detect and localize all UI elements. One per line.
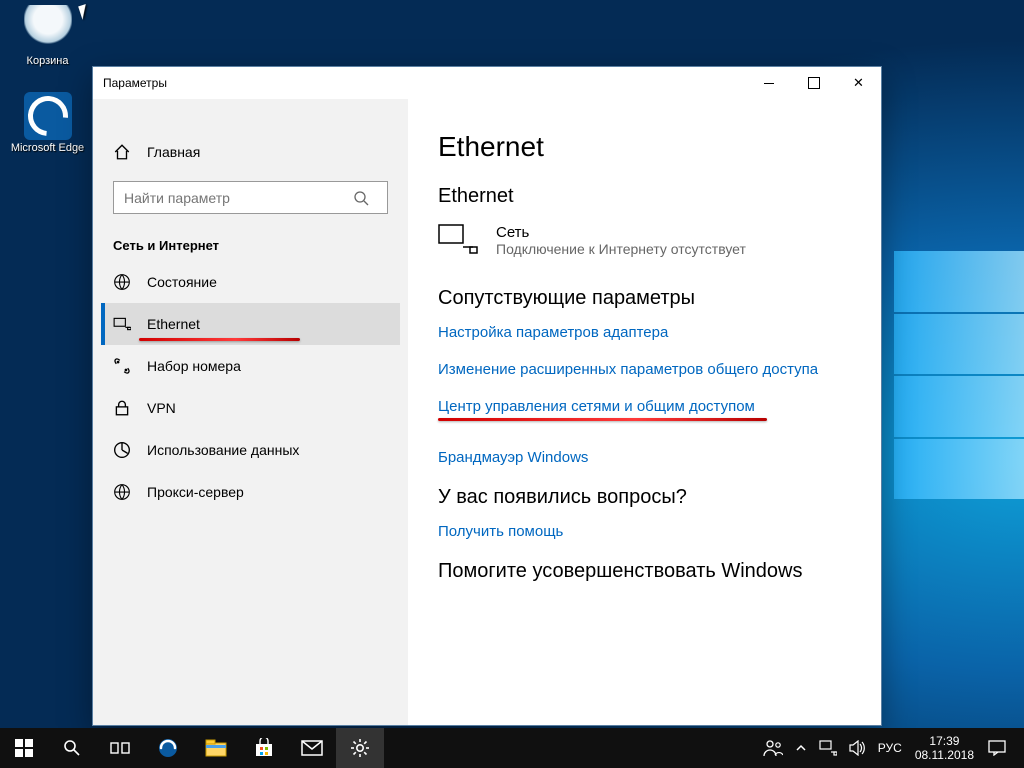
- network-icon: [438, 224, 478, 256]
- sidebar-item-vpn[interactable]: VPN: [101, 387, 400, 429]
- tray-network-icon[interactable]: [813, 728, 843, 768]
- status-icon: [113, 273, 131, 291]
- page-title: Ethernet: [438, 131, 851, 163]
- settings-content: Ethernet Ethernet Сеть Подключение к Инт…: [408, 99, 881, 725]
- tray-clock[interactable]: 17:39 08.11.2018: [907, 728, 982, 768]
- network-name: Сеть: [496, 224, 746, 241]
- data-usage-icon: [113, 441, 131, 459]
- vpn-icon: [113, 399, 131, 417]
- link-get-help[interactable]: Получить помощь: [438, 523, 851, 540]
- link-windows-firewall[interactable]: Брандмауэр Windows: [438, 449, 851, 466]
- sidebar-section-label: Сеть и Интернет: [101, 232, 400, 261]
- show-desktop-button[interactable]: [1012, 728, 1024, 768]
- desktop-icon-label: Microsoft Edge: [10, 142, 85, 154]
- taskbar-store[interactable]: [240, 728, 288, 768]
- sidebar-item-label: Использование данных: [147, 442, 299, 458]
- window-controls: [746, 67, 881, 99]
- ethernet-icon: [113, 315, 131, 333]
- sidebar-item-label: Ethernet: [147, 316, 200, 332]
- taskbar-right: РУС 17:39 08.11.2018: [757, 728, 1024, 768]
- taskbar-edge[interactable]: [144, 728, 192, 768]
- network-row[interactable]: Сеть Подключение к Интернету отсутствует: [438, 224, 851, 257]
- taskbar-left: [0, 728, 384, 768]
- taskbar-settings[interactable]: [336, 728, 384, 768]
- search-icon: [353, 190, 387, 206]
- home-icon: [113, 143, 131, 161]
- taskbar: РУС 17:39 08.11.2018: [0, 728, 1024, 768]
- start-button[interactable]: [0, 728, 48, 768]
- link-network-sharing-center[interactable]: Центр управления сетями и общим доступом: [438, 398, 755, 415]
- settings-sidebar: Главная Сеть и Интернет Состояние Et: [93, 99, 408, 725]
- desktop-icon-recycle-bin[interactable]: Корзина: [10, 5, 85, 67]
- windows-logo-stripes: [894, 250, 1024, 500]
- link-adapter-settings[interactable]: Настройка параметров адаптера: [438, 324, 851, 341]
- sidebar-item-proxy[interactable]: Прокси-сервер: [101, 471, 400, 513]
- sidebar-item-dialup[interactable]: Набор номера: [101, 345, 400, 387]
- related-params-title: Сопутствующие параметры: [438, 287, 851, 310]
- taskbar-file-explorer[interactable]: [192, 728, 240, 768]
- task-view-button[interactable]: [96, 728, 144, 768]
- window-title: Параметры: [103, 76, 167, 90]
- window-titlebar[interactable]: Параметры: [93, 67, 881, 99]
- sidebar-item-ethernet[interactable]: Ethernet: [101, 303, 400, 345]
- minimize-button[interactable]: [746, 67, 791, 99]
- settings-window: Параметры Главная Сеть и Интернет: [92, 66, 882, 726]
- tray-people[interactable]: [757, 728, 789, 768]
- questions-title: У вас появились вопросы?: [438, 486, 851, 509]
- search-input[interactable]: [114, 184, 353, 212]
- tray-lang[interactable]: РУС: [873, 728, 907, 768]
- network-status: Подключение к Интернету отсутствует: [496, 241, 746, 257]
- desktop-icon-label: Корзина: [10, 55, 85, 67]
- sidebar-item-label: VPN: [147, 400, 176, 416]
- subsection-title: Ethernet: [438, 185, 851, 208]
- sidebar-item-label: Набор номера: [147, 358, 241, 374]
- sidebar-item-status[interactable]: Состояние: [101, 261, 400, 303]
- close-button[interactable]: [836, 67, 881, 99]
- sidebar-item-label: Состояние: [147, 274, 217, 290]
- desktop-icon-edge[interactable]: Microsoft Edge: [10, 92, 85, 154]
- tray-volume-icon[interactable]: [843, 728, 873, 768]
- sidebar-item-data-usage[interactable]: Использование данных: [101, 429, 400, 471]
- maximize-button[interactable]: [791, 67, 836, 99]
- tray-date: 08.11.2018: [915, 748, 974, 762]
- tray-time: 17:39: [929, 734, 959, 748]
- proxy-icon: [113, 483, 131, 501]
- sidebar-home-label: Главная: [147, 144, 200, 160]
- sidebar-home[interactable]: Главная: [101, 131, 400, 173]
- sidebar-item-label: Прокси-сервер: [147, 484, 244, 500]
- recycle-bin-icon: [24, 5, 72, 53]
- dialup-icon: [113, 357, 131, 375]
- taskbar-search[interactable]: [48, 728, 96, 768]
- desktop-icons-column: Корзина Microsoft Edge: [10, 5, 85, 154]
- improve-title: Помогите усовершенствовать Windows: [438, 560, 851, 583]
- taskbar-mail[interactable]: [288, 728, 336, 768]
- search-box[interactable]: [113, 181, 388, 214]
- tray-chevron-up[interactable]: [789, 728, 813, 768]
- edge-icon: [24, 92, 72, 140]
- link-advanced-sharing[interactable]: Изменение расширенных параметров общего …: [438, 361, 851, 378]
- tray-action-center[interactable]: [982, 728, 1012, 768]
